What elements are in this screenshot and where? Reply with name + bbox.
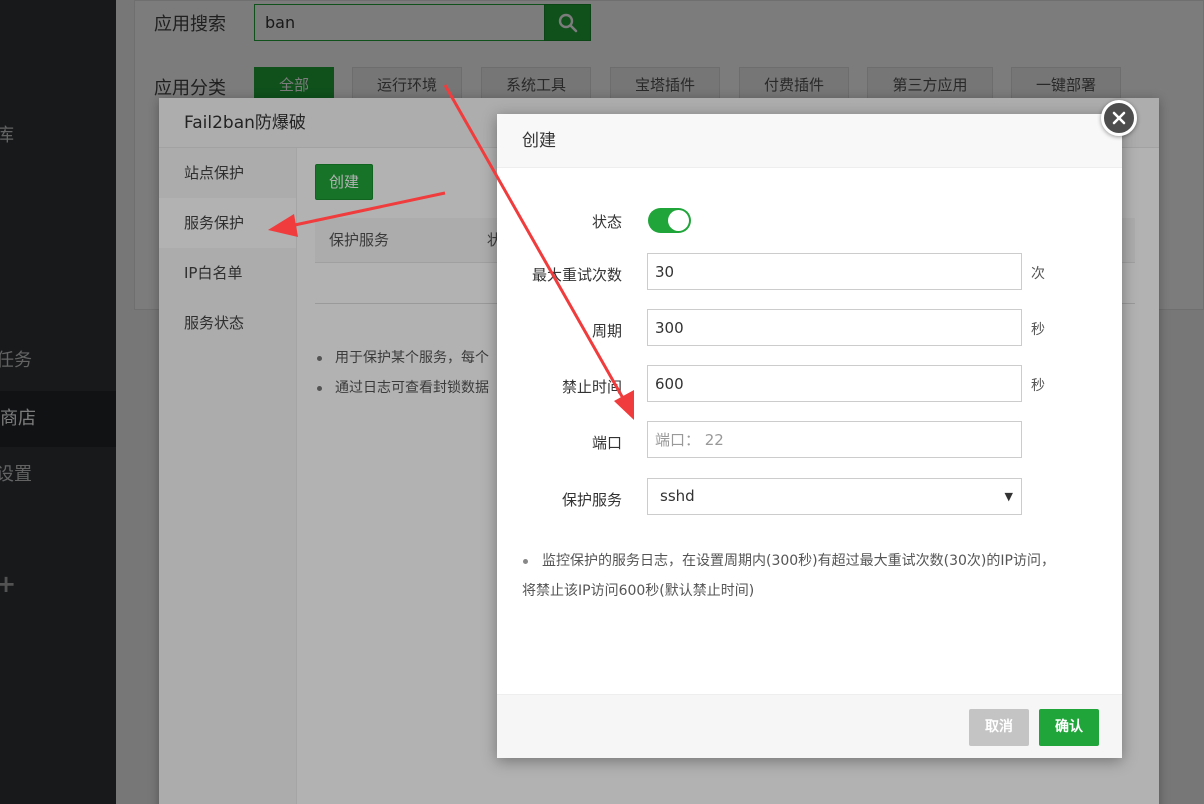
chevron-down-icon: ▼ (1004, 490, 1013, 503)
cancel-button[interactable]: 取消 (969, 709, 1029, 746)
service-select[interactable]: sshd ▼ (647, 478, 1022, 515)
period-input[interactable] (647, 309, 1022, 346)
ban-time-unit: 秒 (1031, 378, 1045, 394)
dialog-title: 创建 (497, 114, 1122, 168)
ban-time-input[interactable] (647, 365, 1022, 402)
dialog-tips: 监控保护的服务日志，在设置周期内(300秒)有超过最大重试次数(30次)的IP访… (522, 546, 1102, 606)
max-retry-unit: 次 (1031, 266, 1045, 282)
status-toggle[interactable] (648, 208, 691, 233)
tip-line-1: 监控保护的服务日志，在设置周期内(300秒)有超过最大重试次数(30次)的IP访… (542, 553, 1055, 569)
port-label: 端口 (591, 434, 622, 452)
status-label: 状态 (591, 213, 622, 231)
service-label: 保护服务 (561, 491, 622, 509)
confirm-button[interactable]: 确认 (1039, 709, 1099, 746)
service-select-value: sshd (660, 487, 695, 505)
create-dialog: 创建 状态 最大重试次数 次 周期 秒 禁止时间 秒 端口 保护服务 sshd … (497, 114, 1122, 758)
port-input[interactable] (647, 421, 1022, 458)
period-unit: 秒 (1031, 322, 1045, 338)
period-label: 周期 (591, 322, 622, 340)
toggle-knob (668, 210, 689, 231)
dialog-footer: 取消 确认 (497, 694, 1122, 758)
tip-line-2: 将禁止该IP访问600秒(默认禁止时间) (522, 583, 755, 599)
tip-item: 监控保护的服务日志，在设置周期内(300秒)有超过最大重试次数(30次)的IP访… (522, 546, 1102, 606)
close-button[interactable] (1101, 100, 1137, 136)
ban-time-label: 禁止时间 (561, 378, 622, 396)
close-icon (1112, 111, 1126, 125)
max-retry-label: 最大重试次数 (531, 266, 622, 284)
max-retry-input[interactable] (647, 253, 1022, 290)
